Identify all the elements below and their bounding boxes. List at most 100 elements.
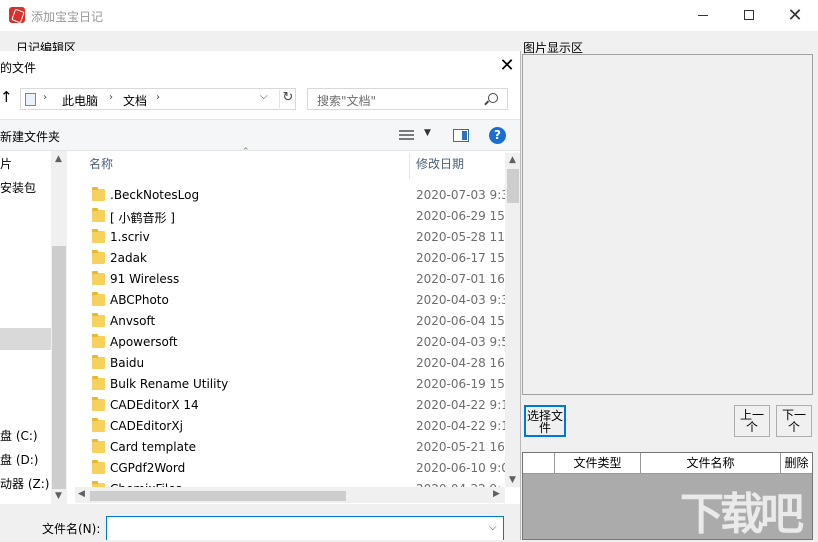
file-date: 2020-07-01 16: (416, 272, 505, 286)
file-date: 2020-06-04 15: (416, 314, 505, 328)
search-icon[interactable] (488, 93, 498, 103)
scroll-up-icon[interactable]: ▲ (509, 155, 516, 165)
folder-icon (92, 418, 105, 432)
prev-button[interactable]: 上一个 (734, 405, 770, 437)
next-button[interactable]: 下一个 (776, 405, 812, 437)
file-row[interactable]: [ 小鹤音形 ] 2020-06-29 15: (75, 206, 505, 227)
sort-ascending-icon: ⌃ (242, 147, 250, 157)
file-row[interactable]: Card template 2020-05-21 16: (75, 437, 505, 458)
file-date: 2020-04-22 9:1 (416, 419, 505, 433)
nav-item-drive-d[interactable]: 盘 (D:) (0, 451, 38, 468)
file-row[interactable]: Bulk Rename Utility 2020-06-19 15: (75, 374, 505, 395)
view-details-icon[interactable] (399, 130, 414, 141)
breadcrumb-separator-icon[interactable]: › (109, 92, 113, 103)
file-list-vscroll-thumb[interactable] (507, 169, 519, 203)
file-name: 91 Wireless (110, 272, 180, 286)
maximize-button[interactable] (726, 0, 772, 31)
file-name: Bulk Rename Utility (110, 377, 229, 391)
maximize-icon (744, 10, 754, 20)
folder-icon (92, 460, 105, 474)
close-button[interactable]: ✕ (772, 0, 818, 31)
filename-bar: 文件名(N): ⌵ (0, 504, 520, 540)
file-date: 2020-06-10 9:0 (416, 461, 505, 475)
file-row[interactable]: CADEditorXj 2020-04-22 9:1 (75, 416, 505, 437)
file-date: 2020-04-28 16: (416, 356, 505, 370)
filename-input[interactable] (106, 516, 504, 540)
grid-col-file-name[interactable]: 文件名称 (641, 453, 781, 474)
file-date: 2020-04-03 9:3 (416, 293, 505, 307)
nav-selected-highlight (0, 328, 51, 350)
new-folder-button[interactable]: 新建文件夹 (0, 128, 60, 145)
file-date: 2020-04-22 9:1 (416, 398, 505, 412)
grid-col-file-type[interactable]: 文件类型 (555, 453, 641, 474)
search-input[interactable]: 搜索"文档" (307, 88, 508, 110)
scroll-up-icon[interactable]: ▲ (55, 154, 62, 164)
file-name: CADEditorX 14 (110, 398, 199, 412)
file-name: CADEditorXj (110, 419, 183, 433)
scroll-right-icon[interactable]: ▶ (493, 489, 500, 499)
folder-icon (92, 376, 105, 390)
breadcrumb-this-pc[interactable]: 此电脑 (62, 92, 98, 109)
dialog-toolbar: 新建文件夹 ▼ ? (0, 119, 520, 151)
file-list[interactable]: ⌃ 名称 修改日期 .BeckNotesLog 2020-07-03 9:3 [ 小… (75, 147, 520, 504)
column-divider[interactable] (409, 153, 410, 179)
file-row[interactable]: CADEditorX 14 2020-04-22 9:1 (75, 395, 505, 416)
file-list-vscrollbar[interactable] (505, 153, 520, 487)
dialog-title: 的文件 (0, 61, 37, 75)
column-header-name[interactable]: 名称 (89, 153, 113, 175)
file-row[interactable]: 2adak 2020-06-17 15: (75, 248, 505, 269)
file-row[interactable]: 91 Wireless 2020-07-01 16: (75, 269, 505, 290)
file-row[interactable]: .BeckNotesLog 2020-07-03 9:3 (75, 185, 505, 206)
grid-col-delete[interactable]: 删除 (781, 453, 812, 474)
address-bar[interactable]: › 此电脑 › 文档 › ⌵ ↻ (20, 88, 296, 110)
nav-item-packages[interactable]: 安装包 (0, 179, 36, 196)
nav-item-drive-z[interactable]: 动器 (Z:) (0, 475, 51, 492)
file-grid-header: 文件类型 文件名称 删除 (523, 453, 812, 474)
up-arrow-icon[interactable]: ↑ (0, 88, 13, 106)
folder-icon (92, 313, 105, 327)
breadcrumb-separator-icon: › (43, 92, 47, 103)
filename-label: 文件名(N): (42, 522, 101, 536)
file-name: 2adak (110, 251, 147, 265)
file-date: 2020-06-17 15: (416, 251, 505, 265)
folder-icon (92, 250, 105, 264)
folder-icon (92, 229, 105, 243)
nav-item-drive-c[interactable]: 盘 (C:) (0, 427, 38, 444)
chevron-down-icon[interactable]: ⌵ (489, 522, 497, 533)
scroll-left-icon[interactable]: ◀ (78, 489, 85, 499)
refresh-icon[interactable]: ↻ (279, 90, 296, 108)
preview-pane-icon[interactable] (453, 129, 469, 142)
file-row[interactable]: Anvsoft 2020-06-04 15: (75, 311, 505, 332)
dialog-close-button[interactable]: ✕ (497, 55, 517, 77)
chevron-down-icon[interactable]: ⌵ (260, 91, 268, 102)
breadcrumb-separator-icon[interactable]: › (156, 92, 160, 103)
file-row[interactable]: ABCPhoto 2020-04-03 9:3 (75, 290, 505, 311)
navigation-pane[interactable]: 片 安装包 盘 (C:) 盘 (D:) 动器 (Z:) ▲ ▼ (0, 151, 67, 504)
file-row[interactable]: Baidu 2020-04-28 16: (75, 353, 505, 374)
scroll-down-icon[interactable]: ▼ (55, 491, 62, 501)
app-diary-icon (9, 7, 25, 23)
file-row[interactable]: Apowersoft 2020-04-03 9:5 (75, 332, 505, 353)
breadcrumb-documents[interactable]: 文档 (123, 92, 147, 109)
file-list-hscroll-thumb[interactable] (90, 491, 346, 501)
minimize-icon (698, 14, 708, 16)
search-placeholder: 搜索"文档" (317, 94, 377, 108)
watermark-logo: 下载吧 (680, 489, 804, 540)
file-row[interactable]: CGPdf2Word 2020-06-10 9:0 (75, 458, 505, 479)
file-name: Card template (110, 440, 197, 454)
image-display-box (522, 54, 813, 395)
folder-icon (92, 292, 105, 306)
minimize-button[interactable] (680, 0, 726, 31)
scroll-down-icon[interactable]: ▼ (509, 475, 516, 485)
select-file-button[interactable]: 选择文件 (524, 405, 566, 437)
nav-item-pictures[interactable]: 片 (0, 155, 12, 172)
help-icon[interactable]: ? (489, 127, 506, 144)
nav-scrollbar-thumb[interactable] (52, 246, 66, 489)
folder-icon (92, 271, 105, 285)
view-dropdown-icon[interactable]: ▼ (424, 128, 431, 138)
folder-icon (92, 439, 105, 453)
file-row[interactable]: 1.scriv 2020-05-28 11: (75, 227, 505, 248)
column-header-date[interactable]: 修改日期 (416, 153, 464, 175)
folder-icon (92, 208, 105, 222)
file-name: Anvsoft (110, 314, 156, 328)
